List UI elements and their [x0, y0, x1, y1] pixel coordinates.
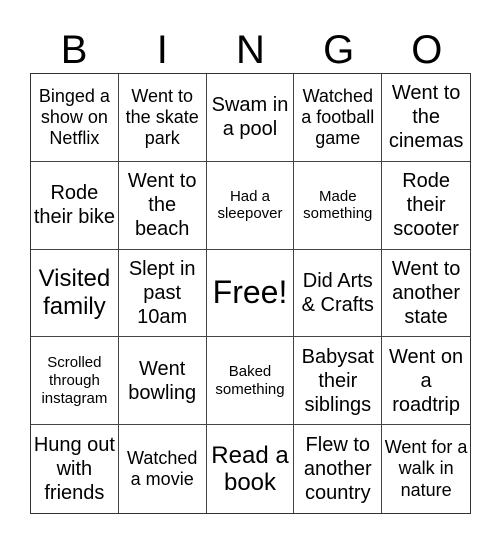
bingo-header: B I N G O: [30, 28, 471, 73]
bingo-cell[interactable]: Went to another state: [382, 250, 470, 338]
header-letter-b: B: [60, 28, 88, 72]
bingo-cell[interactable]: Flew to another country: [294, 425, 383, 513]
bingo-cell[interactable]: Visited family: [31, 249, 119, 338]
bingo-cell[interactable]: Watched a movie: [119, 425, 207, 513]
bingo-cell[interactable]: Read a book: [207, 425, 295, 513]
bingo-cell[interactable]: Went to the skate park: [118, 74, 207, 162]
bingo-cell[interactable]: Rode their scooter: [382, 162, 470, 250]
header-letter-n: N: [236, 28, 265, 72]
bingo-cell[interactable]: Did Arts & Crafts: [294, 249, 383, 338]
bingo-cell[interactable]: Scrolled through instagram: [31, 337, 119, 426]
bingo-cell[interactable]: Watched a football game: [294, 74, 383, 162]
bingo-cell[interactable]: Went to the cinemas: [382, 74, 470, 162]
bingo-cell[interactable]: Made something: [294, 161, 383, 250]
bingo-cell[interactable]: Babysat their siblings: [294, 337, 383, 426]
bingo-cell-free[interactable]: Free!: [206, 249, 295, 338]
bingo-cell[interactable]: Baked something: [206, 337, 295, 426]
header-letter-g: G: [323, 28, 355, 72]
bingo-cell[interactable]: Rode their bike: [31, 161, 119, 250]
bingo-cell[interactable]: Swam in a pool: [206, 74, 295, 162]
bingo-cell[interactable]: Binged a show on Netflix: [31, 74, 119, 162]
bingo-cell[interactable]: Had a sleepover: [206, 161, 295, 250]
bingo-cell[interactable]: Went to the beach: [118, 161, 207, 250]
bingo-cell[interactable]: Went for a walk in nature: [382, 425, 470, 513]
header-letter-i: I: [156, 28, 168, 72]
bingo-cell[interactable]: Hung out with friends: [31, 425, 119, 513]
bingo-cell[interactable]: Went on a roadtrip: [382, 337, 470, 426]
bingo-cell[interactable]: Went bowling: [118, 337, 207, 426]
header-letter-o: O: [411, 28, 443, 72]
bingo-grid: Binged a show on Netflix Went to the skat…: [30, 73, 471, 514]
bingo-cell[interactable]: Slept in past 10am: [118, 249, 207, 338]
